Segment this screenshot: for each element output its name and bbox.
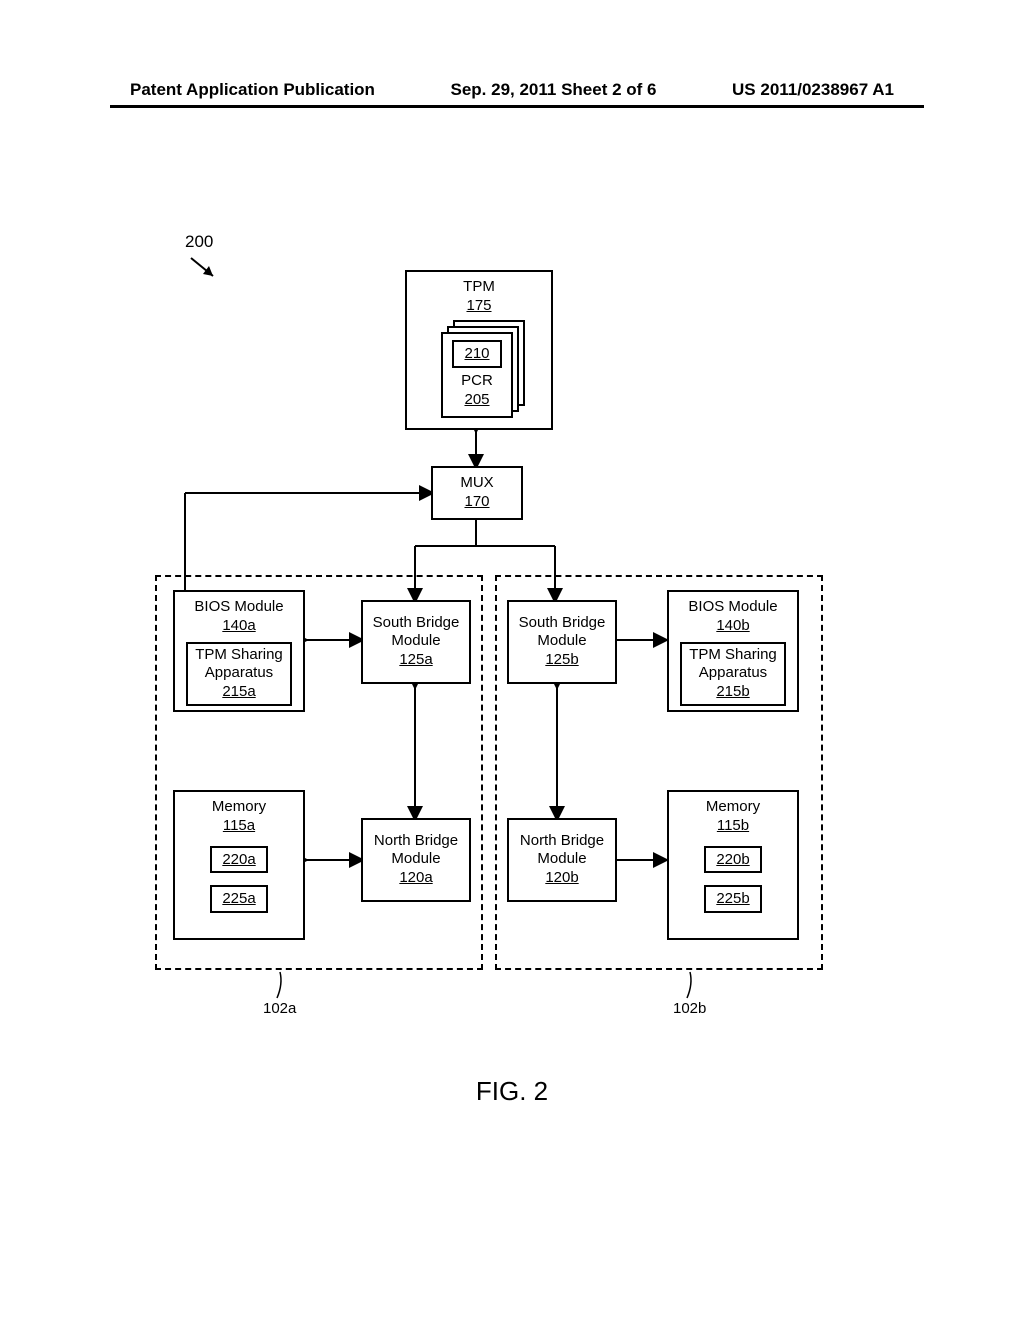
bios-a-num: 140a [222,616,255,636]
pcr-num: 205 [464,390,489,410]
bios-module-b: BIOS Module 140b TPM Sharing Apparatus 2… [667,590,799,712]
tpm-title: TPM [463,278,495,296]
zone-b-label: 102b [673,1000,706,1017]
north-a-title: North Bridge Module [374,832,458,868]
page: Patent Application Publication Sep. 29, … [0,0,1024,1320]
memory-a: Memory 115a 220a 225a [173,790,305,940]
zone-a-label: 102a [263,1000,296,1017]
header-mid: Sep. 29, 2011 Sheet 2 of 6 [450,80,656,100]
bios-module-a: BIOS Module 140a TPM Sharing Apparatus 2… [173,590,305,712]
tpm-sharing-a-title: TPM Sharing Apparatus [195,646,283,682]
tpm-sharing-a: TPM Sharing Apparatus 215a [186,642,292,706]
north-bridge-a: North Bridge Module 120a [361,818,471,902]
memory-b-r2: 225b [704,885,761,913]
bios-a-title: BIOS Module [194,598,283,616]
south-bridge-a: South Bridge Module 125a [361,600,471,684]
memory-a-r2: 225a [210,885,267,913]
figure-caption: FIG. 2 [0,1076,1024,1107]
memory-a-num: 115a [223,816,255,836]
mux-title: MUX [460,474,493,492]
tpm-sharing-b-num: 215b [716,682,749,702]
header-left: Patent Application Publication [130,80,375,100]
mux-block: MUX 170 [431,466,523,520]
north-b-num: 120b [545,868,578,888]
memory-b: Memory 115b 220b 225b [667,790,799,940]
tpm-sharing-b: TPM Sharing Apparatus 215b [680,642,786,706]
tpm-sharing-b-title: TPM Sharing Apparatus [689,646,777,682]
pcr-block: 210 PCR 205 [441,332,513,418]
bios-b-title: BIOS Module [688,598,777,616]
tpm-num: 175 [466,296,491,316]
page-header: Patent Application Publication Sep. 29, … [0,80,1024,100]
north-bridge-b: North Bridge Module 120b [507,818,617,902]
south-b-num: 125b [545,650,578,670]
memory-b-r1: 220b [704,846,761,874]
memory-b-title: Memory [706,798,760,816]
pcr-stack: 210 PCR 205 [441,320,529,418]
north-b-title: North Bridge Module [520,832,604,868]
header-right: US 2011/0238967 A1 [732,80,894,100]
memory-a-title: Memory [212,798,266,816]
figure-ref-text: 200 [185,232,213,251]
pcr-inner-num: 210 [452,340,501,368]
tpm-sharing-a-num: 215a [222,682,255,702]
tpm-block: TPM 175 210 PCR 205 [405,270,553,430]
memory-a-r1: 220a [210,846,267,874]
header-rule [110,105,924,108]
north-a-num: 120a [399,868,432,888]
memory-b-num: 115b [717,816,749,836]
south-a-num: 125a [399,650,432,670]
mux-num: 170 [464,492,489,512]
south-b-title: South Bridge Module [519,614,606,650]
bios-b-num: 140b [716,616,749,636]
south-bridge-b: South Bridge Module 125b [507,600,617,684]
pcr-title: PCR [461,372,493,390]
diagram-area: TPM 175 210 PCR 205 MUX 170 BIOS Module … [155,270,875,1050]
south-a-title: South Bridge Module [373,614,460,650]
